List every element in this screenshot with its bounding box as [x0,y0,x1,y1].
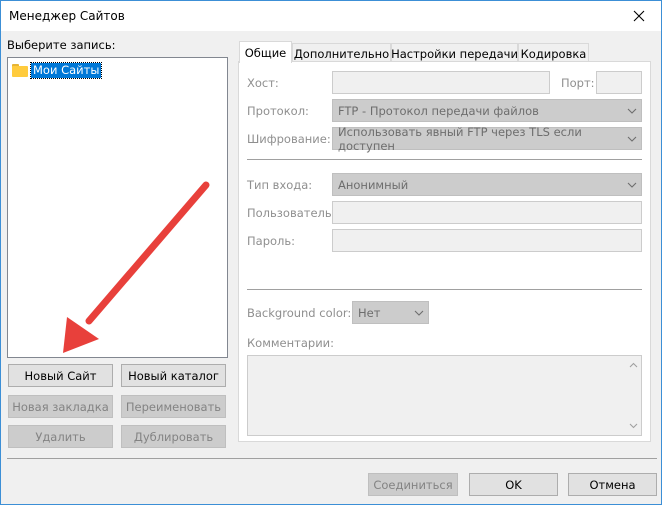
close-button[interactable] [617,1,661,31]
background-color-select-value: Нет [358,305,381,320]
folder-icon [12,64,28,77]
password-label: Пароль: [247,234,296,248]
protocol-select-value: FTP - Протокол передачи файлов [338,103,539,118]
protocol-select[interactable]: FTP - Протокол передачи файлов [332,99,642,122]
comments-label: Комментарии: [247,336,335,350]
scroll-down-icon[interactable] [629,421,638,430]
background-color-select[interactable]: Нет [352,301,429,324]
select-entry-label: Выберите запись: [7,38,116,52]
ok-button[interactable]: OK [469,473,558,496]
password-input[interactable] [332,229,642,252]
comments-textarea[interactable] [247,355,642,436]
footer-divider [7,458,657,459]
tree-item-label: Мои Сайты [29,62,103,79]
logon-type-label: Тип входа: [247,178,313,192]
scroll-up-icon[interactable] [629,361,638,370]
new-folder-button[interactable]: Новый каталог [121,364,226,387]
tree-item-my-sites[interactable]: Мои Сайты [12,62,103,79]
chevron-down-icon [627,182,637,188]
port-input[interactable] [596,71,642,94]
new-site-button[interactable]: Новый Сайт [8,364,113,387]
encryption-select-value: Использовать явный FTP через TLS если до… [338,124,582,153]
connect-button[interactable]: Соединиться [368,473,458,496]
duplicate-button[interactable]: Дублировать [121,425,226,448]
divider [247,289,642,290]
site-tree[interactable]: Мои Сайты [7,57,228,358]
logon-type-select-value: Анонимный [338,177,409,192]
window-title: Менеджер Сайтов [9,9,125,23]
title-bar: Менеджер Сайтов [1,1,661,31]
rename-button[interactable]: Переименовать [121,395,226,418]
user-input[interactable] [332,201,642,224]
tab-general[interactable]: Общие [239,41,292,63]
delete-button[interactable]: Удалить [8,425,113,448]
site-manager-window: Менеджер Сайтов Выберите запись: Мои Сай… [0,0,662,505]
chevron-down-icon [627,136,637,142]
logon-type-select[interactable]: Анонимный [332,173,642,196]
chevron-down-icon [414,310,424,316]
chevron-down-icon [627,108,637,114]
background-color-label: Background color: [247,306,352,320]
encryption-label: Шифрование: [247,132,331,146]
user-label: Пользователь: [247,206,336,220]
comments-scrollbar[interactable] [626,356,641,435]
close-icon [633,10,645,22]
divider [247,159,642,160]
host-input[interactable] [332,71,550,94]
new-bookmark-button[interactable]: Новая закладка [8,395,113,418]
port-label: Порт: [561,76,595,90]
cancel-button[interactable]: Отмена [568,473,657,496]
encryption-select[interactable]: Использовать явный FTP через TLS если до… [332,124,642,153]
host-label: Хост: [247,76,279,90]
protocol-label: Протокол: [247,104,309,118]
